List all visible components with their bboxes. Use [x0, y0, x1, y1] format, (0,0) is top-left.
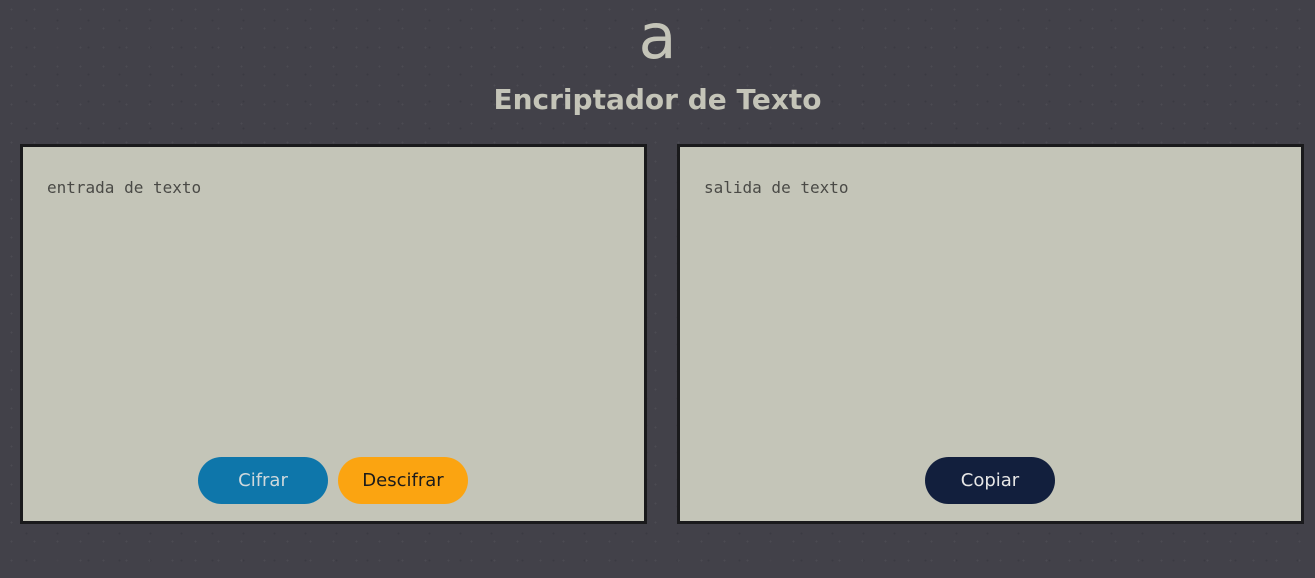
input-panel: Cifrar Descifrar [20, 144, 647, 524]
encrypt-button[interactable]: Cifrar [198, 457, 328, 504]
text-input-area[interactable] [23, 147, 644, 447]
text-output-area[interactable] [680, 147, 1301, 447]
decrypt-button[interactable]: Descifrar [338, 457, 468, 504]
logo: a [638, 0, 677, 73]
page-title: Encriptador de Texto [493, 83, 822, 116]
output-panel: Copiar [677, 144, 1304, 524]
copy-button[interactable]: Copiar [925, 457, 1055, 504]
